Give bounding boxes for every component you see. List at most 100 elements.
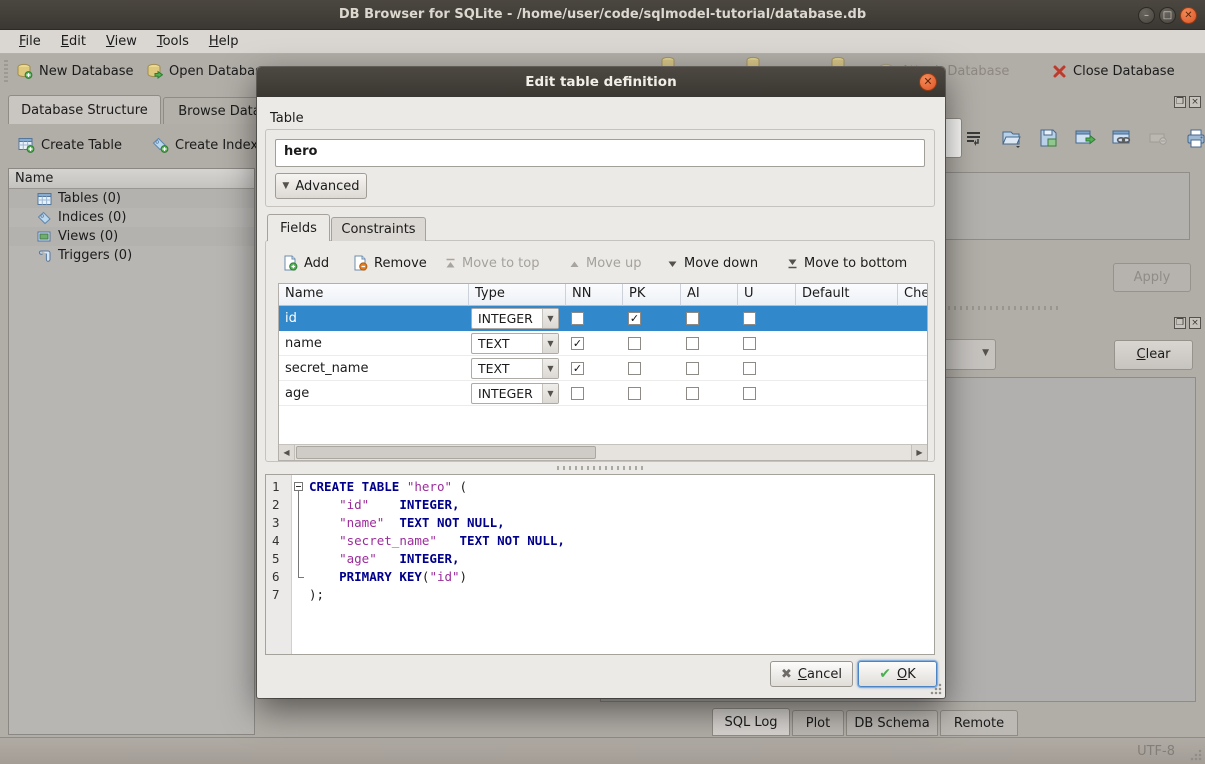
dialog-resize-grip[interactable] xyxy=(929,682,943,696)
tab-fields[interactable]: Fields xyxy=(267,214,330,241)
edit-cell-text-area[interactable] xyxy=(938,172,1190,240)
tree-item-tables[interactable]: Tables (0) xyxy=(9,189,254,208)
open-database-button[interactable]: Open Database xyxy=(146,58,270,84)
tree-item-indices[interactable]: Indices (0) xyxy=(9,208,254,227)
nn-checkbox[interactable]: ✓ xyxy=(571,337,584,350)
nn-checkbox[interactable] xyxy=(571,312,584,325)
close-icon[interactable]: ✕ xyxy=(1180,7,1197,24)
ai-checkbox[interactable] xyxy=(686,362,699,375)
tree-item-views[interactable]: Views (0) xyxy=(9,227,254,246)
column-header-nn[interactable]: NN xyxy=(566,284,623,306)
fold-margin[interactable] xyxy=(292,475,306,654)
ai-checkbox[interactable] xyxy=(686,387,699,400)
move-to-bottom-button[interactable]: Move to bottom xyxy=(787,251,907,275)
field-name[interactable]: secret_name xyxy=(279,361,469,376)
column-header-type[interactable]: Type xyxy=(469,284,566,306)
scroll-thumb[interactable] xyxy=(296,446,596,459)
type-combo[interactable]: INTEGER▼ xyxy=(471,383,559,404)
menu-view[interactable]: View xyxy=(97,32,146,51)
nn-checkbox[interactable] xyxy=(571,387,584,400)
cancel-button[interactable]: ✖ Cancel xyxy=(770,661,853,687)
dock-close-icon[interactable]: × xyxy=(1189,96,1201,108)
field-row-secret_name[interactable]: secret_nameTEXT▼ ✓ xyxy=(279,356,927,381)
column-header-check[interactable]: Check xyxy=(898,284,928,306)
column-header-default[interactable]: Default xyxy=(796,284,898,306)
pk-checkbox[interactable] xyxy=(628,337,641,350)
tab-constraints[interactable]: Constraints xyxy=(331,217,426,241)
dialog-close-icon[interactable]: ✕ xyxy=(919,73,937,91)
export-icon[interactable] xyxy=(1073,127,1097,149)
field-row-age[interactable]: ageINTEGER▼ xyxy=(279,381,927,406)
pk-checkbox[interactable] xyxy=(628,387,641,400)
ai-checkbox[interactable] xyxy=(686,312,699,325)
dock-splitter[interactable] xyxy=(930,306,1060,310)
scroll-right-icon[interactable]: ▶ xyxy=(911,445,927,460)
tab-remote[interactable]: Remote xyxy=(940,710,1018,736)
maximize-icon[interactable]: □ xyxy=(1159,7,1176,24)
u-checkbox[interactable] xyxy=(743,312,756,325)
clear-button[interactable]: Clear xyxy=(1114,340,1193,370)
link-icon[interactable] xyxy=(1110,127,1134,149)
new-database-button[interactable]: New Database xyxy=(16,58,134,84)
minimize-icon[interactable]: – xyxy=(1138,7,1155,24)
menu-tools[interactable]: Tools xyxy=(148,32,198,51)
print-icon[interactable] xyxy=(1184,127,1205,149)
create-index-button[interactable]: Create Index xyxy=(152,131,258,159)
save-file-icon[interactable] xyxy=(1036,127,1060,149)
table-name-input[interactable]: hero xyxy=(275,139,925,167)
fold-collapse-icon[interactable] xyxy=(294,482,303,491)
fields-grid-hscrollbar[interactable]: ◀ ▶ xyxy=(279,444,927,460)
type-combo[interactable]: TEXT▼ xyxy=(471,358,559,379)
pk-checkbox[interactable]: ✓ xyxy=(628,312,641,325)
field-name[interactable]: id xyxy=(279,311,469,326)
scroll-left-icon[interactable]: ◀ xyxy=(279,445,295,460)
field-row-name[interactable]: nameTEXT▼ ✓ xyxy=(279,331,927,356)
ai-checkbox[interactable] xyxy=(686,337,699,350)
menu-help[interactable]: Help xyxy=(200,32,248,51)
advanced-button[interactable]: ▼ Advanced xyxy=(275,173,367,199)
set-null-icon[interactable] xyxy=(1147,127,1171,149)
column-header-u[interactable]: U xyxy=(738,284,796,306)
create-index-icon xyxy=(152,137,169,153)
menu-edit[interactable]: Edit xyxy=(52,32,95,51)
column-header-name[interactable]: Name xyxy=(279,284,469,306)
table-label: Table xyxy=(270,111,304,126)
field-row-id[interactable]: idINTEGER▼ ✓ xyxy=(279,306,927,331)
dialog-titlebar[interactable]: Edit table definition ✕ xyxy=(257,67,945,97)
u-checkbox[interactable] xyxy=(743,337,756,350)
word-wrap-icon[interactable] xyxy=(962,127,986,149)
column-header-ai[interactable]: AI xyxy=(681,284,738,306)
tree-item-triggers[interactable]: Triggers (0) xyxy=(9,246,254,265)
pk-checkbox[interactable] xyxy=(628,362,641,375)
tab-sql-log[interactable]: SQL Log xyxy=(712,708,790,736)
tab-database-structure[interactable]: Database Structure xyxy=(8,95,161,124)
create-table-button[interactable]: Create Table xyxy=(18,131,122,159)
toolbar-grip[interactable] xyxy=(4,60,8,82)
tab-db-schema[interactable]: DB Schema xyxy=(846,710,938,736)
add-button[interactable]: Add xyxy=(282,251,329,275)
tree-header-name[interactable]: Name xyxy=(9,169,254,189)
fields-grid[interactable]: NameTypeNNPKAIUDefaultCheck idINTEGER▼✓n… xyxy=(278,283,928,461)
move-down-button[interactable]: Move down xyxy=(667,251,758,275)
field-name[interactable]: age xyxy=(279,386,469,401)
column-header-pk[interactable]: PK xyxy=(623,284,681,306)
dialog-splitter[interactable] xyxy=(557,466,647,470)
menu-file[interactable]: File xyxy=(10,32,50,51)
tab-plot[interactable]: Plot xyxy=(792,710,844,736)
type-combo[interactable]: INTEGER▼ xyxy=(471,308,559,329)
schema-tree[interactable]: Name Tables (0)Indices (0)Views (0)Trigg… xyxy=(8,168,255,735)
type-combo[interactable]: TEXT▼ xyxy=(471,333,559,354)
ok-button[interactable]: ✔ OK xyxy=(858,661,937,687)
open-file-icon[interactable] xyxy=(999,127,1023,149)
dock-float-icon[interactable]: ❐ xyxy=(1174,317,1186,329)
field-name[interactable]: name xyxy=(279,336,469,351)
dock-close-icon[interactable]: × xyxy=(1189,317,1201,329)
remove-button[interactable]: Remove xyxy=(352,251,427,275)
nn-checkbox[interactable]: ✓ xyxy=(571,362,584,375)
u-checkbox[interactable] xyxy=(743,387,756,400)
dock-float-icon[interactable]: ❐ xyxy=(1174,96,1186,108)
u-checkbox[interactable] xyxy=(743,362,756,375)
sql-preview-editor[interactable]: 1234567 CREATE TABLE "hero" ( "id" INTEG… xyxy=(265,474,935,655)
close-database-button[interactable]: Close Database xyxy=(1052,58,1175,84)
window-resize-grip[interactable] xyxy=(1189,748,1203,762)
